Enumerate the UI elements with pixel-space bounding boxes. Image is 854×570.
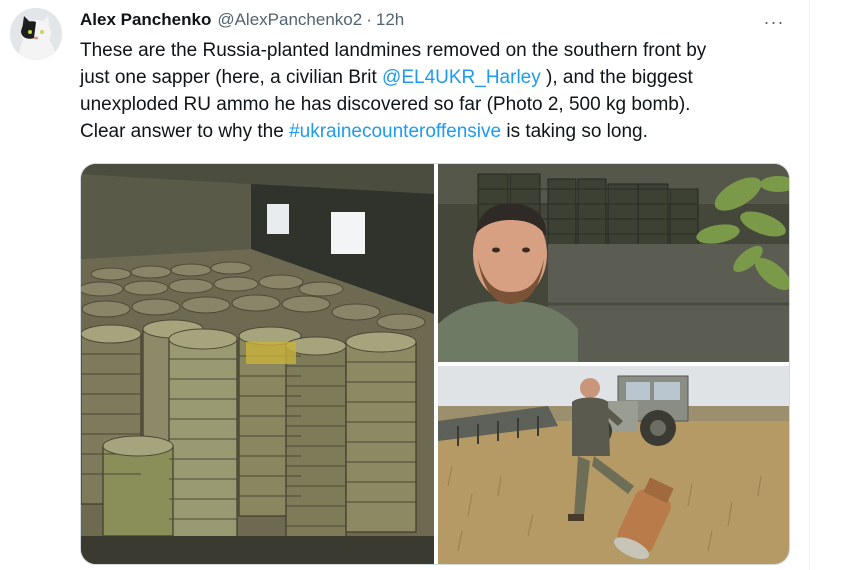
photo-sapper-selfie[interactable] [438, 164, 789, 362]
bomb-field-image [438, 366, 789, 564]
tweet-line-3: unexploded RU ammo he has discovered so … [80, 94, 691, 115]
more-button[interactable]: ··· [760, 8, 788, 36]
mention-link[interactable]: @EL4UKR_Harley [382, 67, 541, 88]
more-horizontal-icon: ··· [763, 11, 785, 32]
author-name[interactable]: Alex Panchenko [80, 10, 211, 30]
tweet-line-1: These are the Russia-planted landmines r… [80, 40, 707, 61]
hashtag-link[interactable]: #ukrainecounteroffensive [289, 121, 501, 142]
tweet-header: Alex Panchenko @AlexPanchenko2 · 12h [80, 9, 404, 31]
cat-avatar-image [10, 8, 62, 60]
separator-dot: · [366, 10, 372, 29]
photo-landmines-truck[interactable] [81, 164, 434, 564]
media-grid [80, 163, 790, 565]
tweet-line-4: Clear answer to why the #ukrainecountero… [80, 118, 800, 145]
tweet-text: These are the Russia-planted landmines r… [80, 37, 800, 145]
landmines-truck-image [81, 164, 434, 564]
tweet-line-2: just one sapper (here, a civilian Brit @… [80, 64, 800, 91]
photo-bomb-field[interactable] [438, 366, 789, 564]
author-handle[interactable]: @AlexPanchenko2 [217, 10, 362, 30]
tweet-text-segment: is taking so long. [501, 121, 648, 142]
timestamp[interactable]: 12h [376, 10, 404, 30]
tweet-text-segment: ), and the biggest [540, 67, 693, 88]
tweet-text-segment: just one sapper (here, a civilian Brit [80, 67, 383, 88]
tweet-text-segment: Clear answer to why the [80, 121, 290, 142]
column-border [809, 0, 810, 570]
sapper-selfie-image [438, 164, 789, 362]
avatar[interactable] [10, 8, 62, 60]
